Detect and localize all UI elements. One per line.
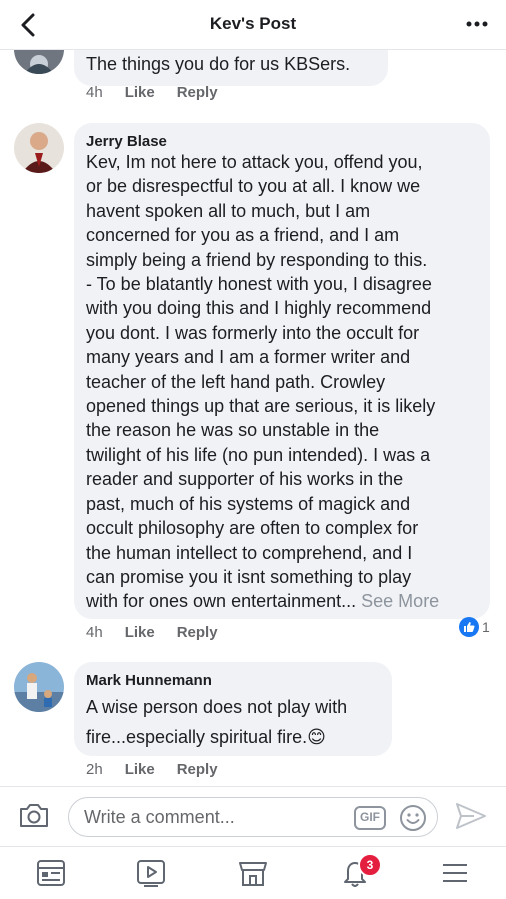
- comment-line: past, much of his systems of magick and: [86, 493, 411, 514]
- comments-feed[interactable]: The things you do for us KBSers. 4h Like R…: [0, 50, 506, 786]
- comment-line: occult philosophy are often to complex f…: [86, 518, 419, 539]
- comment-line: the reason he was so unstable in the: [86, 420, 380, 441]
- watch-icon[interactable]: [134, 857, 168, 889]
- comment-line: many years and I am a former writer and: [86, 347, 411, 368]
- comment-meta: 2h Like Reply: [86, 761, 240, 778]
- comment-input[interactable]: Write a comment... GIF: [68, 797, 438, 837]
- comment-line: Kev, Im not here to attack you, offend y…: [86, 152, 423, 172]
- reaction-count: 1: [482, 619, 490, 635]
- thumbs-up-icon: [459, 617, 479, 637]
- comment-line: A wise person does not play with: [86, 697, 348, 717]
- comment-line-text: with for ones own entertainment...: [86, 591, 362, 612]
- reply-button[interactable]: Reply: [177, 84, 218, 101]
- comment-author[interactable]: Jerry Blase: [86, 132, 167, 152]
- reply-button[interactable]: Reply: [177, 761, 218, 778]
- comment-line: with you doing this and I highly recomme…: [86, 298, 432, 319]
- comment-text: A wise person does not play with fire...e…: [86, 692, 347, 752]
- comment-line: - To be blatantly honest with you, I dis…: [86, 274, 432, 295]
- like-button[interactable]: Like: [125, 761, 155, 778]
- comment-time: 4h: [86, 84, 103, 101]
- comment-input-placeholder: Write a comment...: [84, 807, 235, 827]
- like-button[interactable]: Like: [125, 624, 155, 641]
- comment-bubble: The things you do for us KBSers.: [74, 50, 388, 86]
- send-icon[interactable]: [454, 801, 488, 831]
- gif-icon[interactable]: GIF: [354, 806, 386, 830]
- comment-line: teacher of the left hand path. Crowley: [86, 371, 386, 392]
- menu-icon[interactable]: [438, 857, 472, 889]
- comment-line: with for ones own entertainment... See M…: [86, 589, 439, 613]
- comment-line: or be disrespectful to you at all. I kno…: [86, 176, 421, 197]
- comment-time: 2h: [86, 761, 103, 778]
- comment-meta: 4h Like Reply: [86, 624, 240, 641]
- comment-bubble: Mark Hunnemann A wise person does not pl…: [74, 662, 392, 756]
- comment-line: you dont. I was formerly into the occult…: [86, 322, 420, 343]
- avatar-jerry-blase[interactable]: [14, 123, 64, 173]
- comment-text: Kev, Im not here to attack you, offend y…: [86, 150, 439, 614]
- comment-line: the human intellect to comprehend, and I: [86, 542, 413, 563]
- comment-line: fire...especially spiritual fire.😊: [86, 727, 326, 747]
- bottom-tab-bar: 3: [0, 846, 506, 899]
- comment-text: The things you do for us KBSers.: [86, 54, 351, 74]
- reply-button[interactable]: Reply: [177, 624, 218, 641]
- marketplace-icon[interactable]: [236, 857, 270, 889]
- comment-meta: 4h Like Reply: [86, 84, 240, 101]
- reaction-summary[interactable]: 1: [459, 617, 490, 637]
- comment-bubble: Jerry Blase Kev, Im not here to attack y…: [74, 123, 490, 619]
- camera-icon[interactable]: [18, 801, 50, 829]
- comment-line: reader and supporter of his works in the: [86, 469, 404, 490]
- notification-count-badge: 3: [358, 853, 382, 877]
- comment-time: 4h: [86, 624, 103, 641]
- page-title: Kev's Post: [209, 14, 297, 33]
- comment-composer: Write a comment... GIF: [0, 786, 506, 846]
- more-horizontal-icon[interactable]: [464, 14, 490, 34]
- news-feed-icon[interactable]: [34, 857, 68, 889]
- comment-line: simply being a friend by responding to t…: [86, 249, 428, 270]
- comment-line: havent spoken all to much, but I am: [86, 200, 371, 221]
- comment-line: twilight of his life (no pun intended). …: [86, 444, 431, 465]
- comment-line: opened things up that are serious, it is…: [86, 396, 436, 417]
- see-more-link[interactable]: See More: [361, 591, 439, 611]
- comment-line: concerned for you as a friend, and I am: [86, 225, 400, 246]
- comment-author[interactable]: Mark Hunnemann: [86, 671, 212, 691]
- like-button[interactable]: Like: [125, 84, 155, 101]
- comment-line: can promise you it isnt something to pla…: [86, 566, 412, 587]
- header: Kev's Post: [0, 0, 506, 50]
- avatar[interactable]: [14, 50, 64, 74]
- avatar-mark-hunnemann[interactable]: [14, 662, 64, 712]
- emoji-icon[interactable]: [399, 804, 427, 832]
